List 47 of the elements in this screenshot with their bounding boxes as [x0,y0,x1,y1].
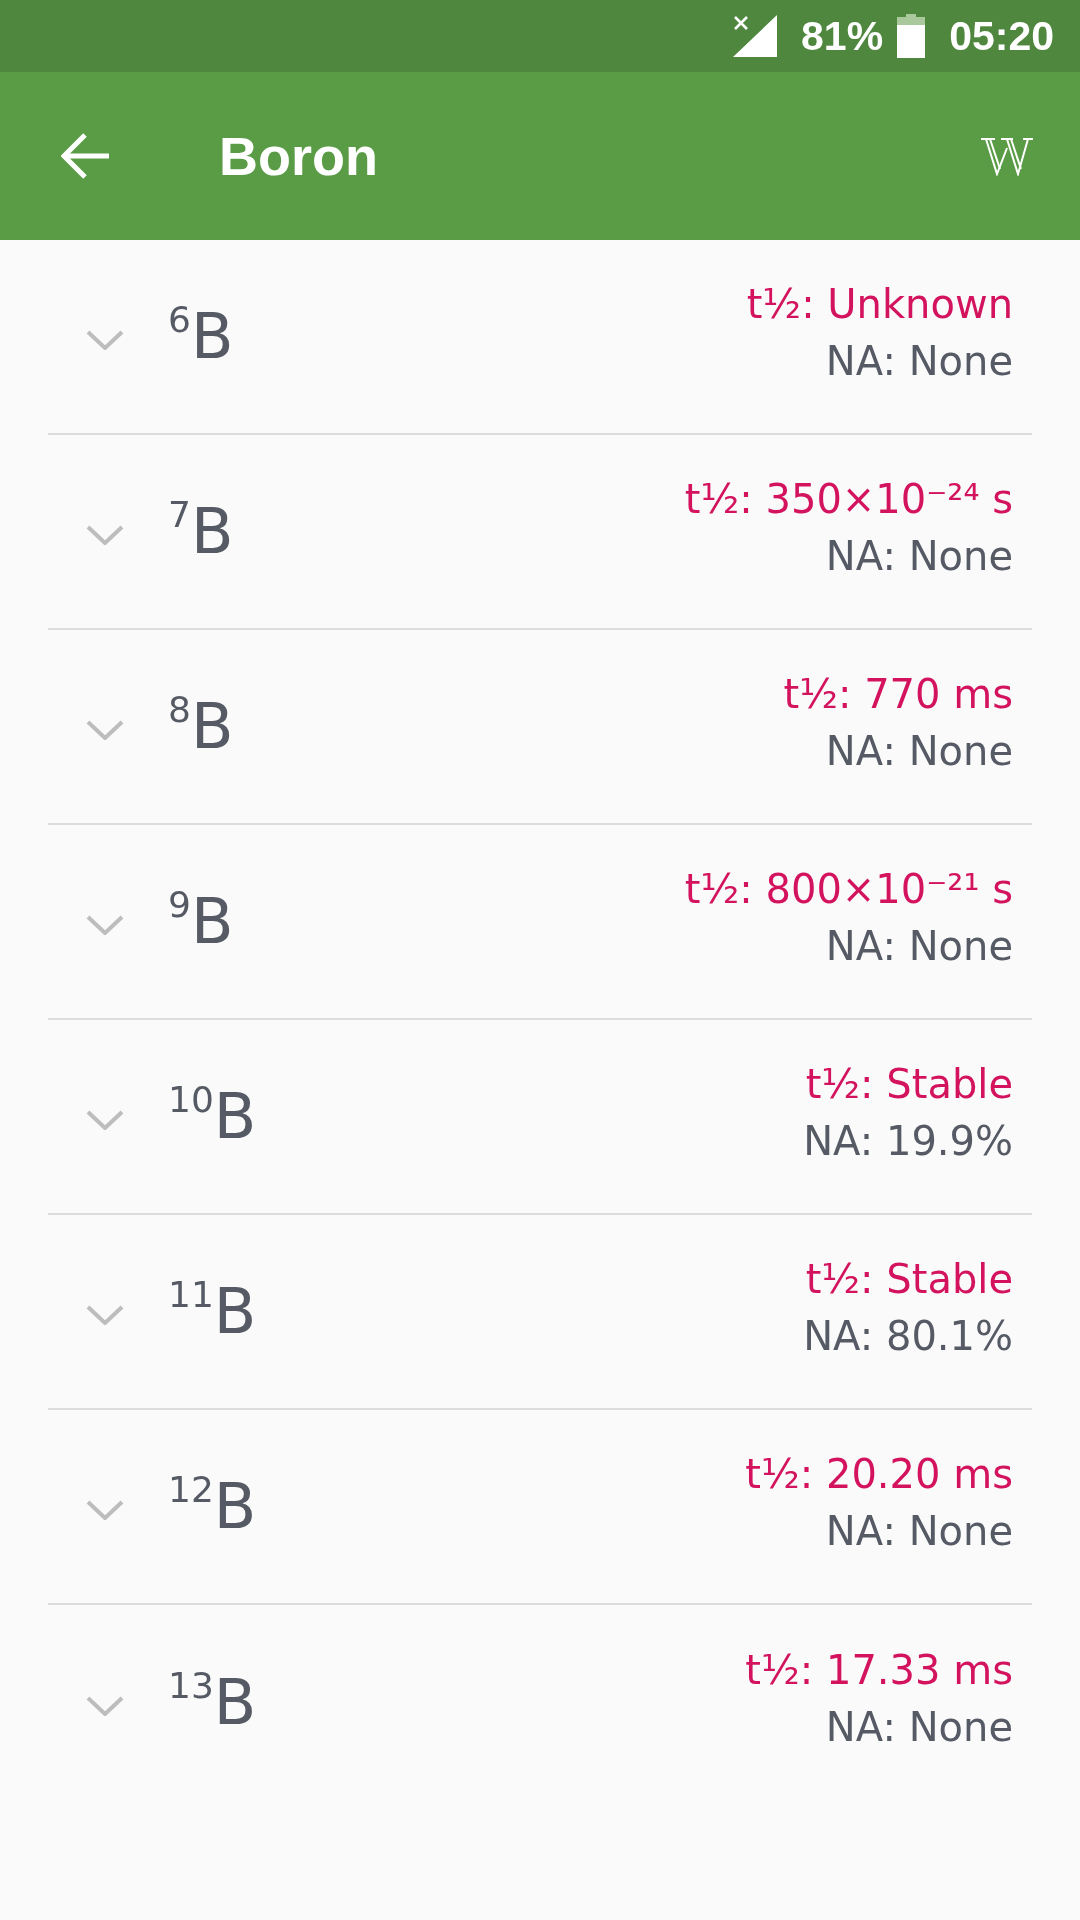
clock-time: 05:20 [949,12,1054,60]
half-life-text: t½: 800×10⁻²¹ s [684,864,1013,914]
isotope-symbol: $^{13}$B [168,1664,257,1741]
isotope-row[interactable]: $^{13}$B t½: 17.33 ms NA: None [48,1605,1032,1800]
screen-title: Boron [219,125,378,188]
isotope-row[interactable]: $^{9}$B t½: 800×10⁻²¹ s NA: None [48,825,1032,1020]
isotope-row[interactable]: $^{10}$B t½: Stable NA: 19.9% [48,1020,1032,1215]
abundance-text: NA: None [825,531,1013,581]
half-life-text: t½: 17.33 ms [745,1645,1013,1695]
isotope-symbol: $^{12}$B [168,1468,257,1545]
isotope-symbol: $^{7}$B [168,493,234,570]
isotope-row[interactable]: $^{7}$B t½: 350×10⁻²⁴ s NA: None [48,435,1032,630]
chevron-down-icon[interactable] [86,524,124,545]
abundance-text: NA: 19.9% [803,1116,1013,1166]
abundance-text: NA: None [825,726,1013,776]
half-life-text: t½: Stable [805,1059,1013,1109]
battery-percent: 81% [801,12,884,60]
chevron-down-icon[interactable] [86,1499,124,1520]
isotope-symbol: $^{8}$B [168,688,234,765]
isotope-symbol: $^{11}$B [168,1273,257,1350]
isotope-symbol: $^{6}$B [168,298,234,375]
abundance-text: NA: None [825,1506,1013,1556]
isotope-row[interactable]: $^{6}$B t½: Unknown NA: None [48,240,1032,435]
letter-w-icon[interactable] [980,136,1034,176]
back-arrow-icon[interactable] [61,133,109,179]
abundance-text: NA: 80.1% [803,1311,1013,1361]
abundance-text: NA: None [825,1702,1013,1752]
half-life-text: t½: Stable [805,1254,1013,1304]
half-life-text: t½: 770 ms [783,669,1013,719]
chevron-down-icon[interactable] [86,1304,124,1325]
chevron-down-icon[interactable] [86,1109,124,1130]
half-life-text: t½: 350×10⁻²⁴ s [684,474,1013,524]
isotope-row[interactable]: $^{12}$B t½: 20.20 ms NA: None [48,1410,1032,1605]
signal-icon [733,15,778,57]
chevron-down-icon[interactable] [86,914,124,935]
isotope-symbol: $^{10}$B [168,1078,257,1155]
half-life-text: t½: 20.20 ms [745,1449,1013,1499]
chevron-down-icon[interactable] [86,329,124,350]
chevron-down-icon[interactable] [86,1695,124,1716]
half-life-text: t½: Unknown [746,279,1013,329]
battery-icon [897,14,926,58]
isotope-row[interactable]: $^{8}$B t½: 770 ms NA: None [48,630,1032,825]
abundance-text: NA: None [825,921,1013,971]
abundance-text: NA: None [825,336,1013,386]
isotope-row[interactable]: $^{11}$B t½: Stable NA: 80.1% [48,1215,1032,1410]
chevron-down-icon[interactable] [86,719,124,740]
isotope-symbol: $^{9}$B [168,883,234,960]
